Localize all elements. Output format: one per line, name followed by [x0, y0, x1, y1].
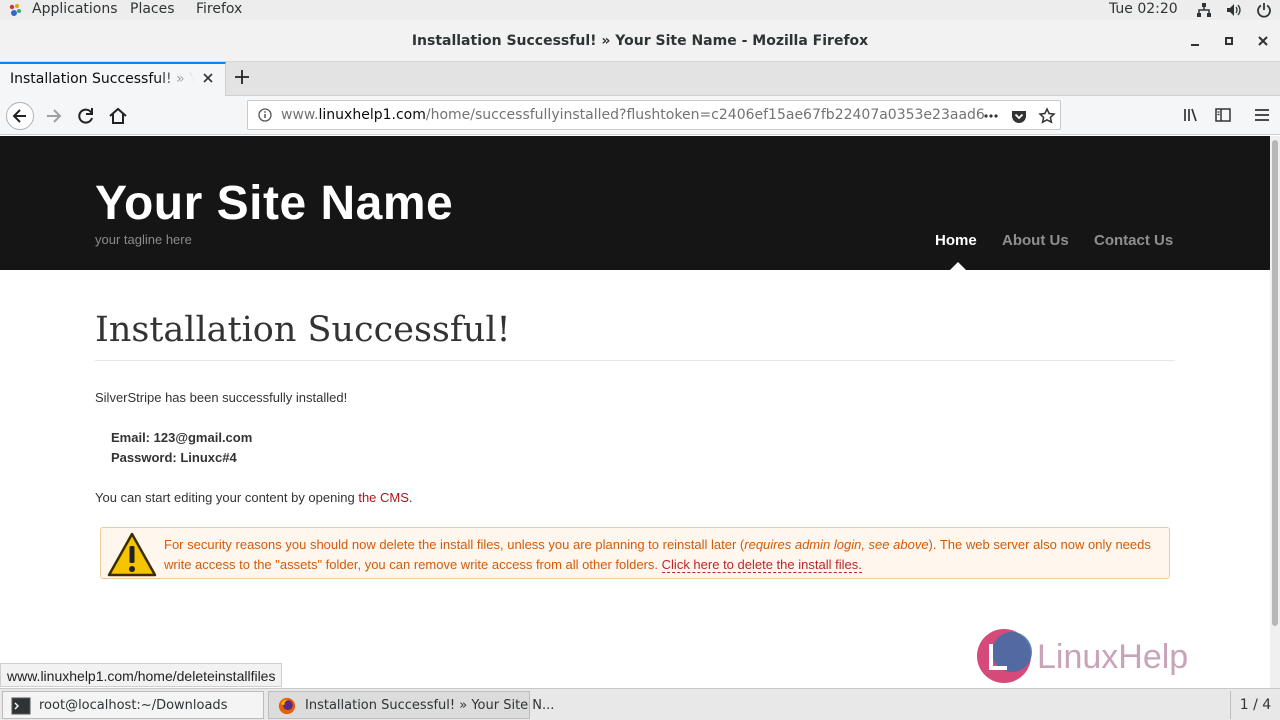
warning-text: For security reasons you should now dele… [164, 535, 1164, 575]
workspace-indicator[interactable]: 1 / 4 [1230, 691, 1280, 719]
taskbar-item-terminal[interactable]: root@localhost:~/Downloads [2, 691, 264, 719]
page-scrollbar-thumb[interactable] [1272, 140, 1278, 626]
bookmark-star-icon[interactable] [1038, 107, 1056, 125]
close-window-button[interactable] [1255, 33, 1271, 49]
browser-tab-active[interactable]: Installation Successful! » Your Site Nam… [0, 62, 226, 96]
delete-install-files-link[interactable]: Click here to delete the install files. [661, 557, 862, 573]
page-title: Installation Successful! [95, 310, 511, 350]
site-tagline: your tagline here [95, 232, 192, 247]
maximize-icon [1225, 37, 1233, 45]
places-menu[interactable]: Places [130, 1, 175, 17]
tab-strip: Installation Successful! » Your Site Nam… [0, 62, 1280, 96]
applications-menu[interactable]: Applications [32, 1, 118, 17]
url-host: linuxhelp1.com [318, 107, 426, 123]
warning-text-part1: For security reasons you should now dele… [164, 537, 745, 552]
security-warning-box: For security reasons you should now dele… [100, 527, 1170, 579]
taskbar-terminal-label: root@localhost:~/Downloads [39, 698, 228, 713]
email-credential: Email: 123@gmail.com [111, 430, 253, 445]
power-icon [1257, 3, 1271, 18]
close-icon [203, 73, 213, 83]
close-icon [1258, 36, 1268, 46]
forward-button[interactable] [40, 102, 68, 130]
library-icon[interactable] [1182, 106, 1200, 124]
taskbar-firefox-label: Installation Successful! » Your Site N..… [305, 698, 555, 713]
edit-prefix: You can start editing your content by op… [95, 490, 359, 505]
hamburger-menu-icon[interactable] [1253, 106, 1271, 124]
window-titlebar[interactable]: Installation Successful! » Your Site Nam… [0, 20, 1280, 62]
url-text[interactable]: www.linuxhelp1.com/home/successfullyinst… [281, 107, 985, 123]
edit-suffix: . [408, 490, 413, 505]
nav-contact-us[interactable]: Contact Us [1094, 232, 1173, 249]
url-path: /home/successfullyinstalled?flushtoken=c… [425, 107, 985, 123]
window-list-panel: root@localhost:~/Downloads Installation … [0, 688, 1280, 720]
page-actions-icon[interactable] [982, 107, 1000, 125]
site-info-icon[interactable] [258, 108, 272, 122]
pocket-icon[interactable] [1010, 107, 1028, 125]
watermark-text: LinuxHelp [1037, 638, 1188, 676]
reload-icon [78, 108, 93, 124]
gnome-top-bar: Applications Places Firefox Tue 02:20 [0, 0, 1280, 20]
firefox-icon [278, 697, 296, 715]
warning-triangle-icon [107, 532, 157, 577]
warning-text-emphasis: requires admin login, see above [744, 537, 929, 552]
navigation-toolbar: www.linuxhelp1.com/home/successfullyinst… [0, 96, 1280, 135]
nav-home[interactable]: Home [935, 232, 977, 249]
nav-about-us[interactable]: About Us [1002, 232, 1069, 249]
url-prefix: www. [281, 107, 319, 123]
gnome-foot-icon [9, 4, 21, 16]
clock[interactable]: Tue 02:20 [1109, 1, 1178, 17]
taskbar-item-firefox[interactable]: Installation Successful! » Your Site N..… [268, 691, 554, 719]
site-name[interactable]: Your Site Name [95, 176, 453, 231]
cms-link[interactable]: the CMS [358, 490, 409, 505]
system-tray[interactable] [1196, 2, 1272, 18]
minimize-icon [1191, 44, 1199, 46]
volume-icon [1227, 4, 1241, 16]
new-tab-button[interactable] [232, 67, 252, 87]
tab-title: Installation Successful! » Your Site Nam… [10, 71, 194, 87]
reload-button[interactable] [72, 102, 100, 130]
back-arrow-icon [12, 109, 26, 123]
sidebar-icon[interactable] [1214, 106, 1232, 124]
window-title: Installation Successful! » Your Site Nam… [411, 33, 869, 49]
home-icon [109, 107, 127, 124]
plus-icon [235, 70, 249, 84]
network-icon [1197, 3, 1211, 17]
terminal-icon [11, 697, 31, 715]
link-status-tooltip: www.linuxhelp1.com/home/deleteinstallfil… [0, 663, 283, 687]
back-button[interactable] [6, 102, 34, 130]
forward-arrow-icon [47, 109, 62, 123]
title-divider [95, 360, 1175, 361]
maximize-button[interactable] [1221, 33, 1237, 49]
password-credential: Password: Linuxc#4 [111, 450, 237, 465]
minimize-button[interactable] [1187, 33, 1203, 49]
home-button[interactable] [104, 102, 132, 130]
intro-text: SilverStripe has been successfully insta… [95, 390, 348, 405]
web-page: Your Site Name your tagline here Home Ab… [0, 136, 1270, 688]
site-header: Your Site Name your tagline here Home Ab… [0, 136, 1270, 270]
tab-close-button[interactable] [201, 71, 215, 85]
linuxhelp-watermark-logo: LinuxHelp [977, 629, 1188, 683]
url-bar[interactable]: www.linuxhelp1.com/home/successfullyinst… [247, 100, 1061, 130]
active-nav-indicator [950, 262, 966, 270]
firefox-app-menu[interactable]: Firefox [196, 1, 242, 17]
edit-content-text: You can start editing your content by op… [95, 490, 413, 505]
